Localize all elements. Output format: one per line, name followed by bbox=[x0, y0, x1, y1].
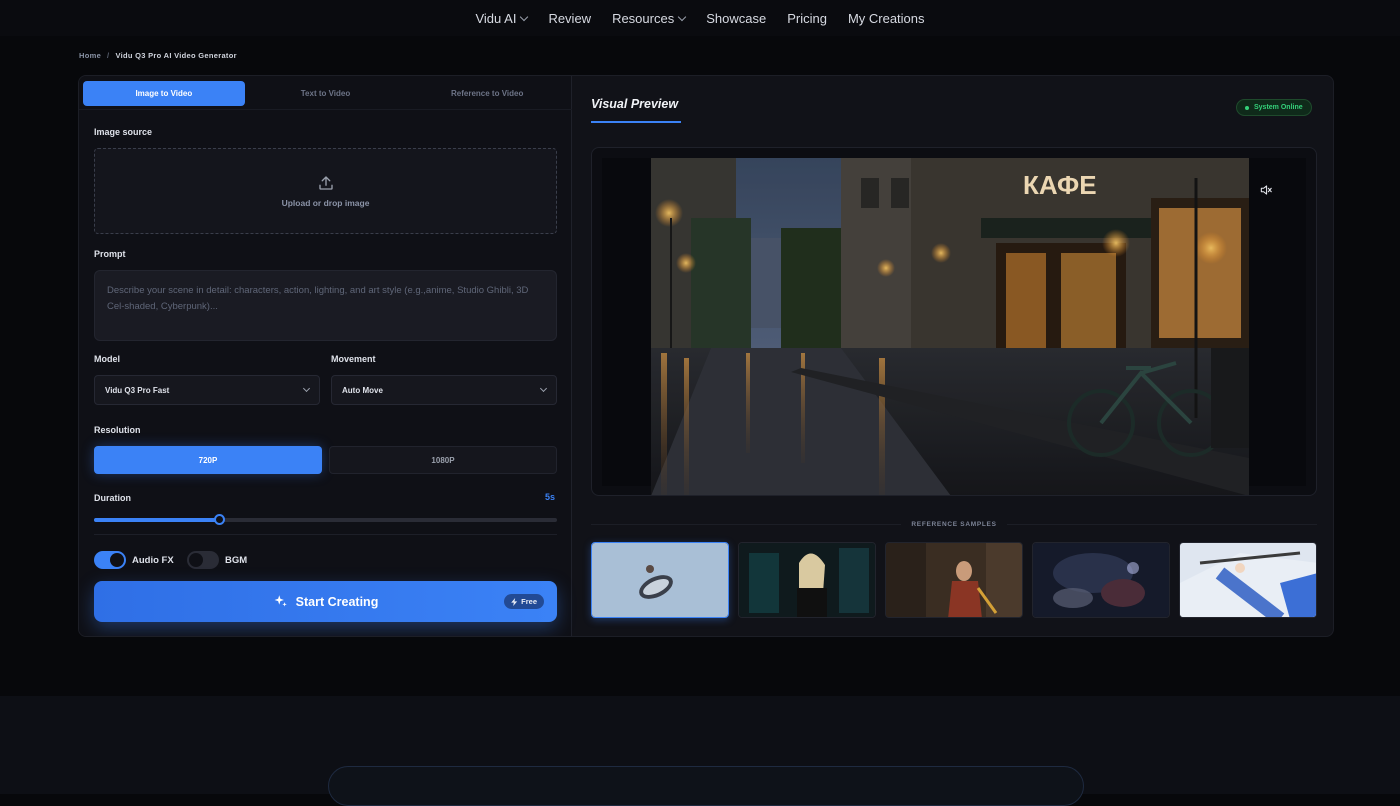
nav-showcase[interactable]: Showcase bbox=[706, 11, 766, 26]
model-select[interactable]: Vidu Q3 Pro Fast bbox=[94, 375, 320, 405]
movement-label: Movement bbox=[331, 354, 376, 364]
bgm-toggle[interactable] bbox=[187, 551, 219, 569]
tab-reference-to-video[interactable]: Reference to Video bbox=[406, 81, 568, 106]
nav-pricing[interactable]: Pricing bbox=[787, 11, 827, 26]
upload-text: Upload or drop image bbox=[281, 198, 370, 208]
chevron-down-icon bbox=[677, 12, 687, 21]
chevron-down-icon bbox=[302, 384, 311, 393]
nav-resources[interactable]: Resources bbox=[612, 10, 687, 26]
nav-pricing-label: Pricing bbox=[787, 10, 827, 26]
image-source-label: Image source bbox=[94, 127, 153, 137]
resolution-1080p-button[interactable]: 1080P bbox=[329, 446, 557, 474]
toggle-knob bbox=[110, 553, 124, 567]
section-divider bbox=[94, 534, 557, 535]
duration-value: 5s bbox=[545, 492, 556, 502]
start-creating-button[interactable]: Start Creating Free bbox=[94, 581, 557, 622]
nav-my-creations-label: My Creations bbox=[847, 10, 925, 26]
nav-showcase-label: Showcase bbox=[706, 10, 767, 26]
reference-thumb-2[interactable] bbox=[738, 542, 876, 618]
breadcrumb-separator: / bbox=[107, 51, 110, 60]
visual-preview-title: Visual Preview bbox=[591, 97, 679, 111]
reference-thumb-3[interactable] bbox=[885, 542, 1023, 618]
tab-text-to-video[interactable]: Text to Video bbox=[245, 81, 407, 106]
upload-dropzone[interactable]: Upload or drop image bbox=[94, 148, 557, 234]
duration-slider-fill bbox=[94, 518, 219, 522]
bgm-label: BGM bbox=[225, 555, 248, 566]
duration-slider[interactable] bbox=[94, 514, 557, 525]
free-badge: Free bbox=[504, 594, 544, 609]
movement-select[interactable]: Auto Move bbox=[331, 375, 557, 405]
lower-panel bbox=[328, 766, 1084, 806]
thumb-dancer-image bbox=[592, 543, 728, 617]
status-badge: System Online bbox=[1236, 99, 1312, 116]
upload-icon bbox=[318, 176, 333, 190]
video-frame: КАФЕ bbox=[602, 158, 1306, 495]
duration-label: Duration bbox=[94, 493, 131, 503]
nav-vidu-ai[interactable]: Vidu AI bbox=[475, 10, 529, 26]
thumb-warrior-image bbox=[886, 543, 1022, 617]
thumb-anime-image bbox=[1180, 543, 1316, 617]
prompt-label: Prompt bbox=[94, 249, 126, 259]
breadcrumb: Home / Vidu Q3 Pro AI Video Generator bbox=[79, 51, 237, 60]
mode-tabs: Image to Video Text to Video Reference t… bbox=[83, 81, 568, 106]
top-nav: Vidu AI Review Resources Showcase Pricin… bbox=[0, 0, 1400, 36]
reference-thumb-1[interactable] bbox=[591, 542, 729, 618]
thumb-battle-image bbox=[1033, 543, 1169, 617]
nav-resources-label: Resources bbox=[612, 10, 675, 26]
mute-button[interactable] bbox=[1256, 180, 1276, 200]
free-badge-label: Free bbox=[521, 597, 537, 606]
audio-fx-label: Audio FX bbox=[132, 555, 174, 566]
chevron-down-icon bbox=[539, 384, 548, 393]
toggle-knob bbox=[189, 553, 203, 567]
settings-panel: Image to Video Text to Video Reference t… bbox=[79, 76, 572, 636]
speaker-muted-icon bbox=[1260, 185, 1272, 195]
status-text: System Online bbox=[1254, 104, 1303, 111]
nav-review-label: Review bbox=[548, 10, 592, 26]
audio-fx-toggle[interactable] bbox=[94, 551, 126, 569]
nav-my-creations[interactable]: My Creations bbox=[848, 11, 925, 26]
status-dot-icon bbox=[1245, 105, 1249, 110]
nav-review[interactable]: Review bbox=[548, 11, 591, 26]
prompt-textarea[interactable]: Describe your scene in detail: character… bbox=[94, 270, 557, 341]
duration-slider-thumb[interactable] bbox=[214, 514, 225, 525]
tab-image-to-video[interactable]: Image to Video bbox=[83, 81, 245, 106]
model-label: Model bbox=[94, 354, 120, 364]
breadcrumb-home[interactable]: Home bbox=[79, 51, 101, 60]
reference-thumbnails bbox=[591, 542, 1317, 618]
lightning-icon bbox=[511, 597, 518, 606]
preview-image: КАФЕ bbox=[651, 158, 1249, 495]
breadcrumb-current: Vidu Q3 Pro AI Video Generator bbox=[115, 51, 237, 60]
video-preview[interactable]: КАФЕ bbox=[591, 147, 1317, 496]
sparkle-icon bbox=[274, 595, 287, 607]
movement-select-value: Auto Move bbox=[342, 385, 383, 395]
reference-samples-label: REFERENCE SAMPLES bbox=[591, 521, 1317, 528]
reference-samples-text: REFERENCE SAMPLES bbox=[901, 521, 1007, 528]
reference-thumb-4[interactable] bbox=[1032, 542, 1170, 618]
tabs-divider bbox=[79, 109, 572, 110]
resolution-label: Resolution bbox=[94, 425, 141, 435]
preview-panel: Visual Preview System Online КАФЕ REFERE… bbox=[573, 76, 1333, 636]
nav-vidu-ai-label: Vidu AI bbox=[475, 10, 517, 26]
resolution-720p-button[interactable]: 720P bbox=[94, 446, 322, 474]
reference-thumb-5[interactable] bbox=[1179, 542, 1317, 618]
model-select-value: Vidu Q3 Pro Fast bbox=[105, 385, 170, 395]
chevron-down-icon bbox=[520, 12, 529, 21]
thumb-portrait-image bbox=[739, 543, 875, 617]
start-creating-label: Start Creating bbox=[295, 594, 379, 609]
generator-card: Image to Video Text to Video Reference t… bbox=[78, 75, 1334, 637]
title-underline bbox=[591, 121, 681, 123]
